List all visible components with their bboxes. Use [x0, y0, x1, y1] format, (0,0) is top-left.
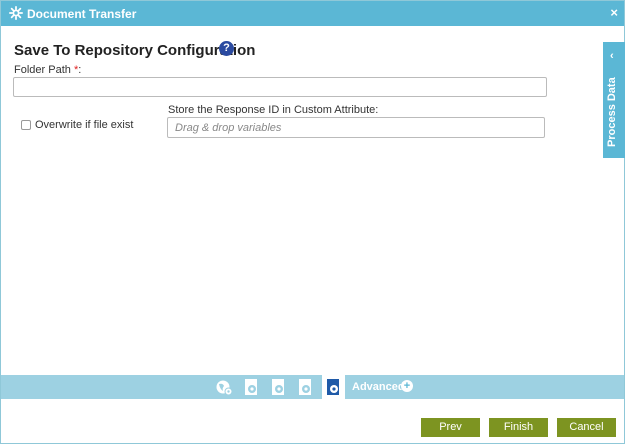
document-settings-icon[interactable] — [270, 378, 288, 396]
finish-button[interactable]: Finish — [489, 418, 548, 437]
store-response-label: Store the Response ID in Custom Attribut… — [168, 104, 379, 116]
folder-path-colon: : — [78, 64, 82, 76]
dialog-window: Document Transfer × Save To Repository C… — [0, 0, 625, 444]
document-settings-icon[interactable] — [243, 378, 261, 396]
close-icon[interactable]: × — [610, 5, 618, 20]
window-title: Document Transfer — [27, 7, 137, 21]
step-toolbar: Advanced + — [1, 375, 624, 399]
prev-button[interactable]: Prev — [421, 418, 480, 437]
globe-settings-icon[interactable] — [215, 378, 233, 396]
active-step-tab[interactable] — [322, 375, 345, 399]
process-data-label: Process Data — [606, 77, 618, 147]
store-response-input[interactable]: Drag & drop variables — [167, 117, 545, 138]
cancel-button[interactable]: Cancel — [557, 418, 616, 437]
title-bar: Document Transfer × — [1, 1, 624, 26]
chevron-left-icon[interactable]: ‹ — [610, 50, 614, 62]
folder-path-label-text: Folder Path — [14, 64, 71, 76]
overwrite-checkbox[interactable] — [21, 120, 31, 130]
advanced-label[interactable]: Advanced — [352, 381, 405, 393]
process-data-tab[interactable]: ‹ Process Data — [603, 42, 625, 158]
folder-path-input[interactable] — [13, 77, 547, 97]
add-advanced-icon[interactable]: + — [401, 380, 413, 392]
folder-path-label: Folder Path *: — [14, 64, 81, 76]
help-icon[interactable]: ? — [219, 41, 234, 56]
gear-icon — [9, 6, 23, 20]
overwrite-checkbox-label[interactable]: Overwrite if file exist — [35, 119, 133, 131]
active-document-settings-icon[interactable] — [325, 378, 343, 396]
document-settings-icon[interactable] — [297, 378, 315, 396]
